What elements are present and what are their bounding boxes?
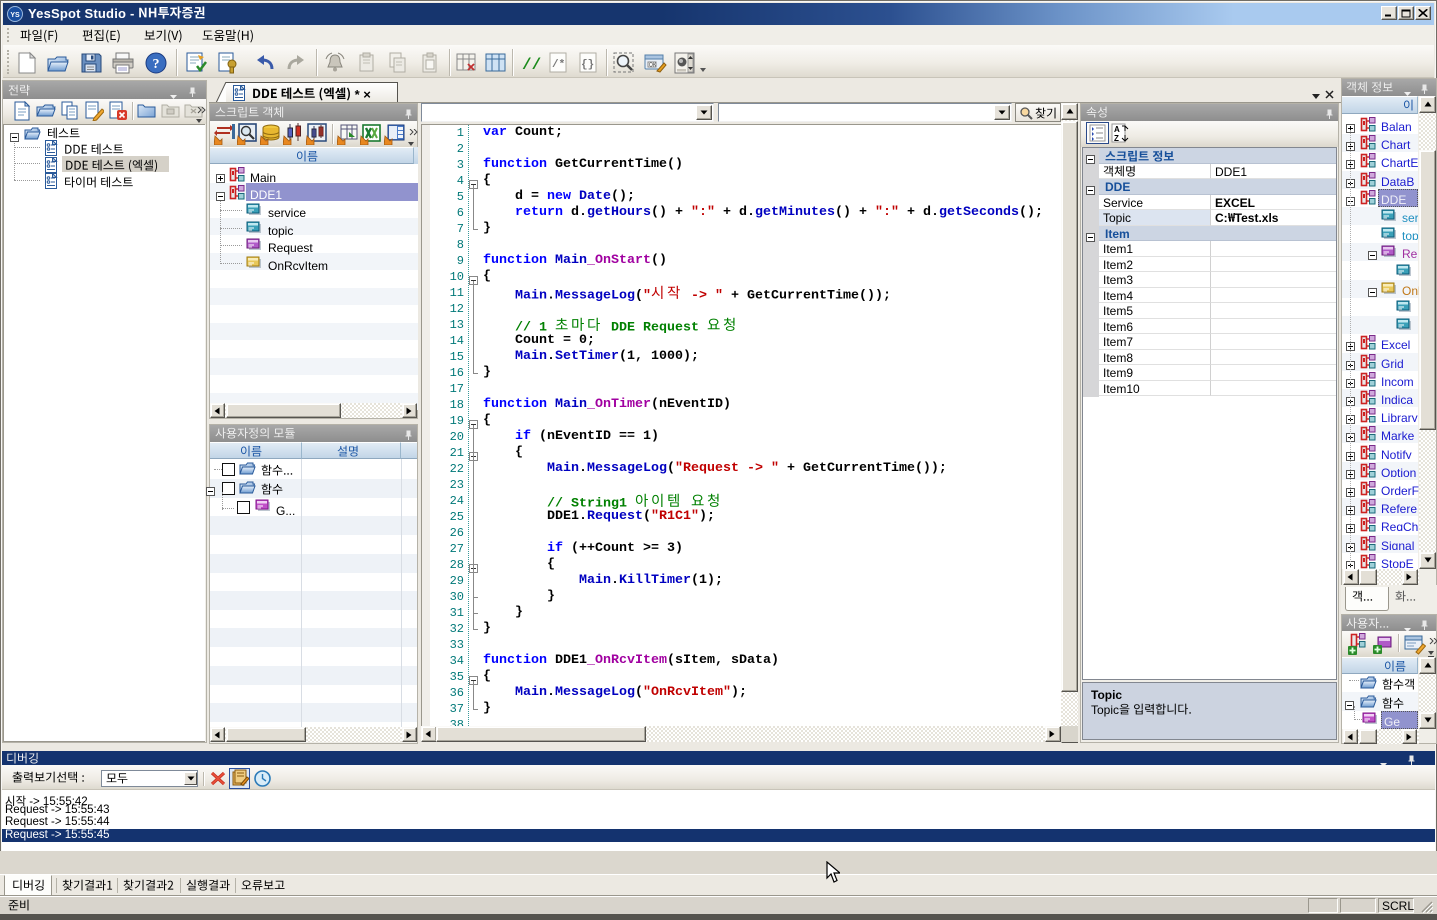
svg-text:{}: {} (581, 59, 594, 71)
svg-text:Z: Z (1114, 134, 1119, 143)
svg-text:YS: YS (10, 12, 20, 19)
svg-text:/*: /* (552, 59, 565, 71)
svg-text://: // (522, 56, 541, 74)
svg-text:A: A (1114, 125, 1120, 134)
svg-text:?: ? (153, 57, 160, 72)
svg-text:OK: OK (649, 63, 657, 69)
